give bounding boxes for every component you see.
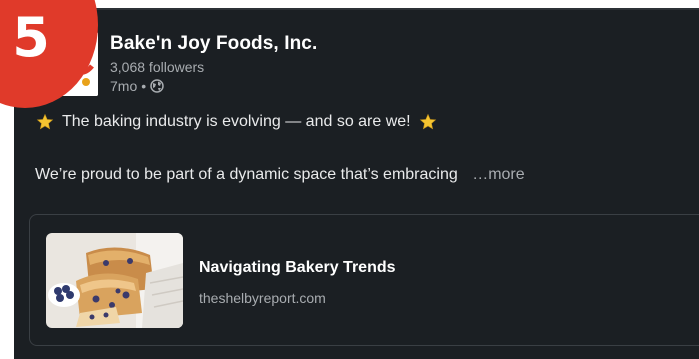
post-time: 7mo [110,78,138,94]
post-headline: The baking industry is evolving — and so… [62,113,411,130]
star-icon [36,113,54,131]
meta-separator: • [141,78,147,94]
post-meta: 7mo • [110,78,164,94]
star-icon [419,113,437,131]
screenshot-frame: 5 Bake'n Joy Foods, Inc. 3,068 followers… [0,0,699,359]
globe-icon [150,79,164,93]
step-number: 5 [12,6,50,69]
company-name[interactable]: Bake'n Joy Foods, Inc. [110,33,317,55]
see-more-link[interactable]: …more [472,166,524,183]
link-preview-title[interactable]: Navigating Bakery Trends [199,259,396,277]
link-preview-source: theshelbyreport.com [199,290,326,306]
post-body: We’re proud to be part of a dynamic spac… [35,166,458,183]
link-preview-thumbnail[interactable] [46,233,183,328]
post-text-line-2: We’re proud to be part of a dynamic spac… [35,166,525,184]
post-text-line-1: The baking industry is evolving — and so… [36,113,437,131]
follower-count: 3,068 followers [110,59,205,75]
